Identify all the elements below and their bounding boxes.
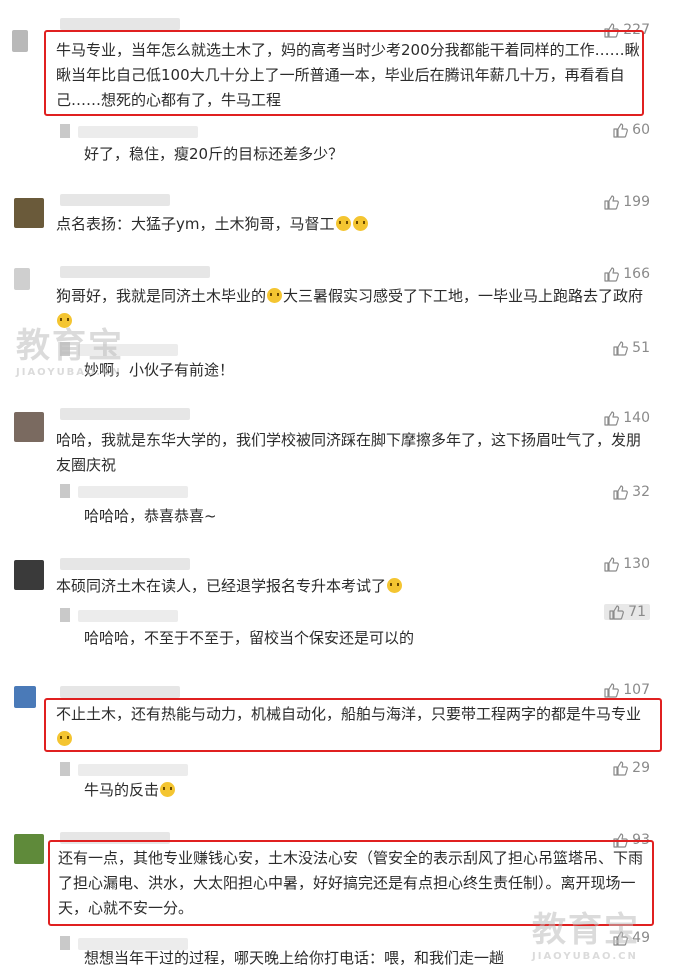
emoji-icon bbox=[160, 782, 176, 797]
comment-5: 130 本硕同济土木在读人，已经退学报名专升本考试了 bbox=[0, 552, 676, 602]
like-count: 51 bbox=[632, 340, 650, 356]
avatar[interactable] bbox=[60, 762, 70, 776]
comment-1: 227 牛马专业，当年怎么就选土木了，妈的高考当时少考200分我都能干着同样的工… bbox=[0, 0, 676, 118]
comment-text-span: 狗哥好，我就是同济土木毕业的 bbox=[56, 287, 267, 305]
username-blurred[interactable] bbox=[60, 686, 180, 698]
avatar[interactable] bbox=[60, 608, 70, 622]
thumb-up-icon bbox=[603, 410, 619, 426]
like-button[interactable]: 107 bbox=[603, 682, 650, 698]
comment-text-span: 点名表扬：大猛子ym，土木狗哥，马督工 bbox=[56, 215, 335, 233]
thumb-up-icon bbox=[603, 266, 619, 282]
comment-text: 牛马专业，当年怎么就选土木了，妈的高考当时少考200分我都能干着同样的工作……瞅… bbox=[56, 41, 640, 109]
like-count: 166 bbox=[623, 266, 650, 282]
watermark-brand: 教育宝 bbox=[16, 326, 124, 366]
comment-text-span: 牛马的反击 bbox=[84, 781, 160, 799]
username-blurred[interactable] bbox=[60, 408, 190, 420]
username-blurred[interactable] bbox=[60, 266, 210, 278]
avatar[interactable] bbox=[14, 412, 44, 442]
like-count: 199 bbox=[623, 194, 650, 210]
watermark: 教育宝 JIAOYUBAO.CN bbox=[16, 318, 124, 378]
like-button[interactable]: 199 bbox=[603, 194, 650, 210]
thumb-up-icon bbox=[603, 556, 619, 572]
comment-text: 想想当年干过的过程，哪天晚上给你打电话：喂，和我们走一趟 bbox=[84, 949, 505, 967]
avatar[interactable] bbox=[14, 686, 36, 708]
like-count: 130 bbox=[623, 556, 650, 572]
comment-2: 199 点名表扬：大猛子ym，土木狗哥，马督工 bbox=[0, 186, 676, 264]
avatar[interactable] bbox=[14, 560, 44, 590]
like-count: 107 bbox=[623, 682, 650, 698]
avatar[interactable] bbox=[14, 268, 30, 290]
comment-text: 不止土木，还有热能与动力，机械自动化，船舶与海洋，只要带工程两字的都是牛马专业 bbox=[56, 702, 656, 752]
watermark-domain: JIAOYUBAO.CN bbox=[16, 367, 122, 378]
thumb-up-icon bbox=[608, 604, 624, 620]
username-blurred[interactable] bbox=[60, 194, 170, 206]
username-blurred[interactable] bbox=[60, 558, 190, 570]
thumb-up-icon bbox=[612, 484, 628, 500]
reply-4: 71 哈哈哈，不至于不至于，留校当个保安还是可以的 bbox=[0, 602, 676, 662]
watermark-domain: JIAOYUBAO.CN bbox=[532, 951, 638, 962]
username-blurred[interactable] bbox=[78, 764, 188, 776]
comment-text: 好了，稳住，瘦20斤的目标还差多少？ bbox=[84, 145, 344, 163]
watermark: 教育宝 JIAOYUBAO.CN bbox=[532, 902, 640, 962]
username-blurred[interactable] bbox=[60, 18, 180, 30]
emoji-icon bbox=[267, 288, 283, 303]
like-button[interactable]: 51 bbox=[612, 340, 650, 356]
comment-text-span: 不止土木，还有热能与动力，机械自动化，船舶与海洋，只要带工程两字的都是牛马专业 bbox=[56, 705, 642, 723]
username-blurred[interactable] bbox=[78, 486, 188, 498]
like-button[interactable]: 71 bbox=[604, 604, 650, 620]
comment-text: 本硕同济土木在读人，已经退学报名专升本考试了 bbox=[56, 574, 403, 599]
emoji-icon bbox=[57, 731, 72, 746]
like-button[interactable]: 32 bbox=[612, 484, 650, 500]
comment-text: 哈哈，我就是东华大学的，我们学校被同济踩在脚下摩擦多年了，这下扬眉吐气了，发朋友… bbox=[56, 431, 642, 474]
like-button[interactable]: 60 bbox=[612, 122, 650, 138]
emoji-icon bbox=[387, 578, 403, 593]
comment-text: 点名表扬：大猛子ym，土木狗哥，马督工 bbox=[56, 212, 369, 237]
avatar[interactable] bbox=[60, 484, 70, 498]
like-count: 140 bbox=[623, 410, 650, 426]
like-count-wrap: 71 bbox=[604, 604, 650, 620]
like-button[interactable]: 130 bbox=[603, 556, 650, 572]
like-count: 60 bbox=[632, 122, 650, 138]
comment-text: 狗哥好，我就是同济土木毕业的 大三暑假实习感受了下工地，一毕业马上跑路去了政府 bbox=[56, 284, 646, 334]
comment-6: 107 不止土木，还有热能与动力，机械自动化，船舶与海洋，只要带工程两字的都是牛… bbox=[0, 680, 676, 760]
comment-text-span: 大三暑假实习感受了下工地，一毕业马上跑路去了政府 bbox=[283, 287, 644, 305]
avatar[interactable] bbox=[14, 198, 44, 228]
avatar[interactable] bbox=[12, 30, 28, 52]
avatar[interactable] bbox=[60, 936, 70, 950]
like-count: 32 bbox=[632, 484, 650, 500]
comment-4: 140 哈哈，我就是东华大学的，我们学校被同济踩在脚下摩擦多年了，这下扬眉吐气了… bbox=[0, 402, 676, 478]
reply-5: 29 牛马的反击 bbox=[0, 756, 676, 816]
comment-text: 牛马的反击 bbox=[84, 778, 176, 803]
like-button[interactable]: 29 bbox=[612, 760, 650, 776]
emoji-icon bbox=[352, 216, 368, 231]
watermark-brand: 教育宝 bbox=[532, 910, 640, 950]
comment-text: 哈哈哈，恭喜恭喜~ bbox=[84, 507, 217, 525]
reply-1: 60 好了，稳住，瘦20斤的目标还差多少？ bbox=[0, 118, 676, 178]
emoji-icon bbox=[335, 216, 351, 231]
like-count: 71 bbox=[628, 604, 646, 620]
username-blurred[interactable] bbox=[78, 126, 198, 138]
thumb-up-icon bbox=[612, 760, 628, 776]
reply-3: 32 哈哈哈，恭喜恭喜~ bbox=[0, 478, 676, 538]
thumb-up-icon bbox=[612, 122, 628, 138]
comment-text-span: 本硕同济土木在读人，已经退学报名专升本考试了 bbox=[56, 577, 387, 595]
like-button[interactable]: 166 bbox=[603, 266, 650, 282]
avatar[interactable] bbox=[60, 124, 70, 138]
like-button[interactable]: 140 bbox=[603, 410, 650, 426]
avatar[interactable] bbox=[14, 834, 44, 864]
thumb-up-icon bbox=[603, 682, 619, 698]
thumb-up-icon bbox=[612, 340, 628, 356]
comment-text: 哈哈哈，不至于不至于，留校当个保安还是可以的 bbox=[84, 629, 415, 647]
like-count: 29 bbox=[632, 760, 650, 776]
username-blurred[interactable] bbox=[78, 610, 178, 622]
thumb-up-icon bbox=[603, 194, 619, 210]
